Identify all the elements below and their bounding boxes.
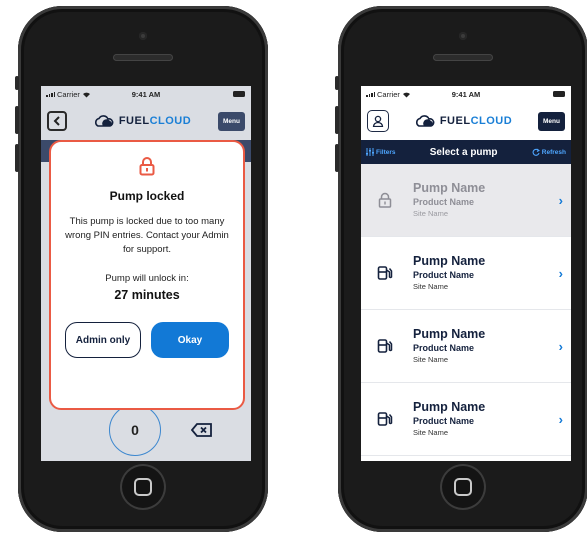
pump-locked-dialog: Pump locked This pump is locked due to t… <box>49 140 245 410</box>
home-button[interactable] <box>120 464 166 510</box>
user-icon <box>372 115 384 127</box>
phone-frame-left: Carrier 9:41 AM FUELCLOUD Menu 0 Pump lo… <box>15 6 268 532</box>
filter-sliders-icon <box>366 148 374 156</box>
earpiece-speaker <box>433 54 493 61</box>
dialog-actions: Admin only Okay <box>61 322 233 358</box>
status-time: 9:41 AM <box>451 89 481 99</box>
status-bar: Carrier 9:41 AM <box>41 86 251 102</box>
pump-details: Pump Name Product Name Site Name <box>413 181 559 219</box>
menu-button[interactable]: Menu <box>218 111 245 131</box>
site-name: Site Name <box>413 355 449 364</box>
unlock-countdown: 27 minutes <box>114 288 180 302</box>
volume-down-button <box>15 144 19 172</box>
refresh-button[interactable]: Refresh <box>532 148 566 156</box>
pump-details: Pump Name Product Name Site Name <box>413 327 559 365</box>
phone-frame-right: Carrier 9:41 AM FUELCLOUD Menu Filters S… <box>335 6 587 532</box>
home-button-icon <box>134 478 152 496</box>
chevron-right-icon: › <box>558 265 563 281</box>
home-button-icon <box>454 478 472 496</box>
volume-up-button <box>335 106 339 134</box>
battery-icon <box>553 91 565 97</box>
unlock-label: Pump will unlock in: <box>105 273 189 284</box>
backspace-icon[interactable] <box>191 423 213 437</box>
status-bar: Carrier 9:41 AM <box>361 86 571 102</box>
site-name: Site Name <box>413 428 449 437</box>
back-button[interactable] <box>47 111 67 131</box>
menu-button[interactable]: Menu <box>538 111 565 131</box>
profile-button[interactable] <box>367 110 389 132</box>
product-name: Product Name <box>413 197 475 207</box>
dialog-message: This pump is locked due to too many wron… <box>65 216 229 255</box>
pump-select-screen: Carrier 9:41 AM FUELCLOUD Menu Filters S… <box>361 86 571 461</box>
side-button <box>335 76 339 90</box>
product-name: Product Name <box>413 343 475 353</box>
refresh-icon <box>532 148 540 156</box>
chevron-left-icon <box>53 116 60 126</box>
front-camera <box>459 32 467 40</box>
lock-icon <box>139 157 155 176</box>
fuelcloud-logo: FUELCLOUD <box>395 115 532 127</box>
pump-name: Pump Name <box>413 181 486 195</box>
fuel-pump-icon <box>375 265 395 281</box>
fuel-pump-icon <box>375 338 395 354</box>
volume-down-button <box>335 144 339 172</box>
pump-list-item[interactable]: Pump Name Product Name Site Name › <box>361 237 571 310</box>
fuelcloud-logo: FUELCLOUD <box>73 115 212 127</box>
earpiece-speaker <box>113 54 173 61</box>
pump-list-toolbar: Filters Select a pump Refresh <box>361 140 571 164</box>
pump-details: Pump Name Product Name Site Name <box>413 400 559 438</box>
pump-list-item-locked[interactable]: Pump Name Product Name Site Name › <box>361 164 571 237</box>
pump-details: Pump Name Product Name Site Name <box>413 254 559 292</box>
product-name: Product Name <box>413 416 475 426</box>
status-time: 9:41 AM <box>131 89 161 99</box>
logo-wordmark: FUELCLOUD <box>118 115 192 127</box>
app-header: FUELCLOUD Menu <box>41 102 251 140</box>
lock-icon <box>375 192 395 208</box>
filters-button[interactable]: Filters <box>366 148 396 156</box>
pump-name: Pump Name <box>413 400 486 414</box>
cloud-logo-icon <box>94 115 114 127</box>
logo-wordmark: FUELCLOUD <box>439 115 513 127</box>
pump-name: Pump Name <box>413 254 486 268</box>
product-name: Product Name <box>413 270 475 280</box>
chevron-right-icon: › <box>558 411 563 427</box>
pump-list-item[interactable]: Pump Name Product Name Site Name › <box>361 383 571 456</box>
pump-name: Pump Name <box>413 327 486 341</box>
pump-list-item[interactable]: Pump Name Product Name Site Name › <box>361 310 571 383</box>
lock-screen: Carrier 9:41 AM FUELCLOUD Menu 0 Pump lo… <box>41 86 251 461</box>
fuel-pump-icon <box>375 411 395 427</box>
battery-icon <box>233 91 245 97</box>
site-name: Site Name <box>413 209 449 218</box>
dialog-title: Pump locked <box>109 189 185 203</box>
okay-button[interactable]: Okay <box>151 322 229 358</box>
side-button <box>15 76 19 90</box>
home-button[interactable] <box>440 464 486 510</box>
site-name: Site Name <box>413 282 449 291</box>
cloud-logo-icon <box>415 115 435 127</box>
pump-list-title: Select a pump <box>429 146 498 158</box>
chevron-right-icon: › <box>558 338 563 354</box>
chevron-right-icon: › <box>558 192 563 208</box>
front-camera <box>139 32 147 40</box>
volume-up-button <box>15 106 19 134</box>
keypad-key-0[interactable]: 0 <box>109 404 161 456</box>
admin-only-button[interactable]: Admin only <box>65 322 141 358</box>
app-header: FUELCLOUD Menu <box>361 102 571 140</box>
